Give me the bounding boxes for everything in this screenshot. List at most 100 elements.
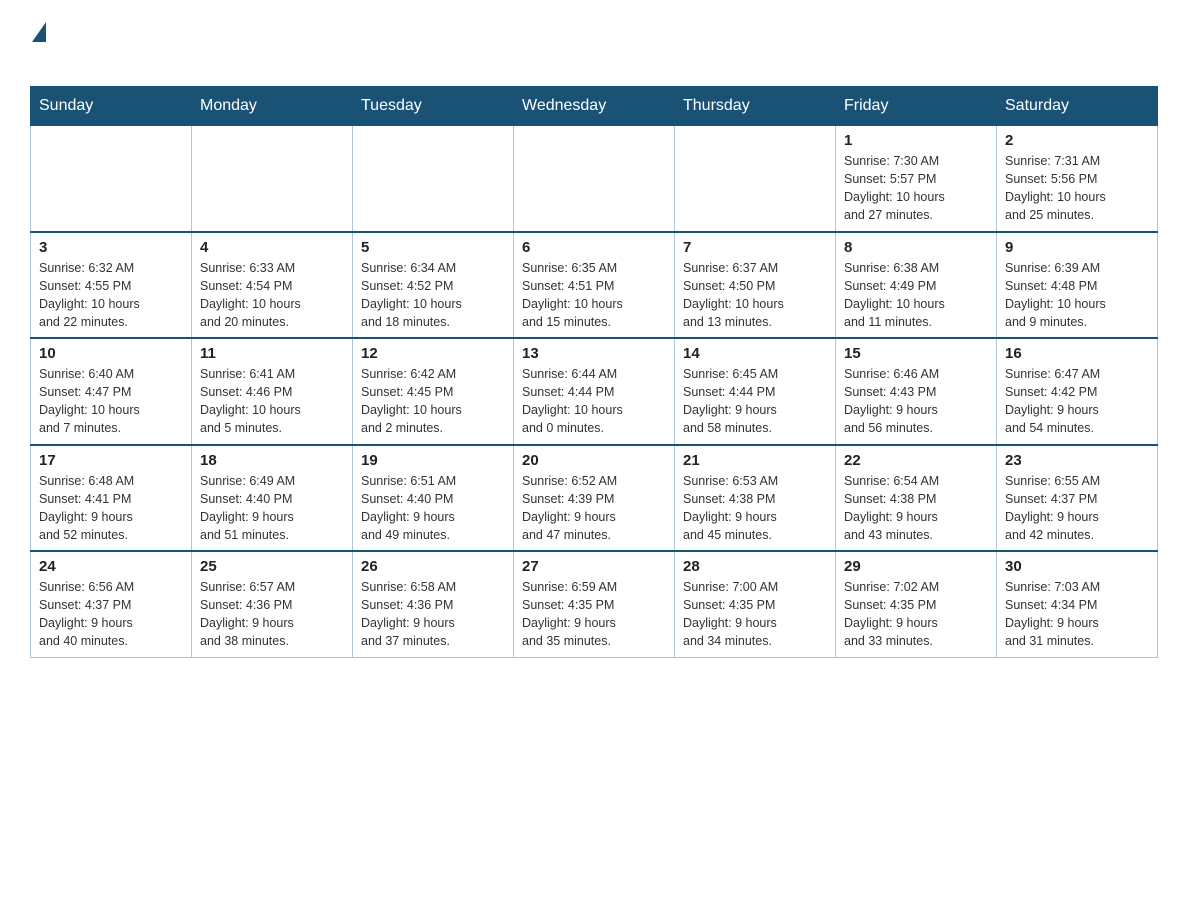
calendar-cell: 26 Sunrise: 6:58 AM Sunset: 4:36 PM Dayli… [353, 551, 514, 657]
calendar-cell: 12 Sunrise: 6:42 AM Sunset: 4:45 PM Dayli… [353, 338, 514, 445]
calendar-cell: 7 Sunrise: 6:37 AM Sunset: 4:50 PM Daylig… [675, 232, 836, 339]
logo [30, 20, 94, 68]
day-info: Sunrise: 6:46 AM Sunset: 4:43 PM Dayligh… [844, 365, 988, 438]
calendar-week-row: 3 Sunrise: 6:32 AM Sunset: 4:55 PM Daylig… [31, 232, 1158, 339]
calendar-cell: 11 Sunrise: 6:41 AM Sunset: 4:46 PM Dayli… [192, 338, 353, 445]
calendar-table: SundayMondayTuesdayWednesdayThursdayFrid… [30, 86, 1158, 658]
day-info: Sunrise: 6:59 AM Sunset: 4:35 PM Dayligh… [522, 578, 666, 651]
day-number: 7 [683, 239, 827, 256]
day-number: 23 [1005, 452, 1149, 469]
day-info: Sunrise: 7:03 AM Sunset: 4:34 PM Dayligh… [1005, 578, 1149, 651]
calendar-cell: 5 Sunrise: 6:34 AM Sunset: 4:52 PM Daylig… [353, 232, 514, 339]
calendar-week-row: 24 Sunrise: 6:56 AM Sunset: 4:37 PM Dayli… [31, 551, 1158, 657]
day-info: Sunrise: 6:57 AM Sunset: 4:36 PM Dayligh… [200, 578, 344, 651]
day-number: 14 [683, 345, 827, 362]
weekday-header-wednesday: Wednesday [514, 87, 675, 126]
day-info: Sunrise: 6:40 AM Sunset: 4:47 PM Dayligh… [39, 365, 183, 438]
day-number: 27 [522, 558, 666, 575]
day-number: 5 [361, 239, 505, 256]
day-info: Sunrise: 6:33 AM Sunset: 4:54 PM Dayligh… [200, 259, 344, 332]
logo-triangle-icon [32, 22, 46, 42]
day-info: Sunrise: 6:34 AM Sunset: 4:52 PM Dayligh… [361, 259, 505, 332]
day-number: 15 [844, 345, 988, 362]
calendar-cell: 23 Sunrise: 6:55 AM Sunset: 4:37 PM Dayli… [997, 445, 1158, 552]
day-number: 13 [522, 345, 666, 362]
day-number: 19 [361, 452, 505, 469]
day-info: Sunrise: 6:53 AM Sunset: 4:38 PM Dayligh… [683, 472, 827, 545]
calendar-cell [514, 126, 675, 232]
day-info: Sunrise: 6:37 AM Sunset: 4:50 PM Dayligh… [683, 259, 827, 332]
day-number: 24 [39, 558, 183, 575]
calendar-cell [31, 126, 192, 232]
weekday-header-row: SundayMondayTuesdayWednesdayThursdayFrid… [31, 87, 1158, 126]
day-number: 4 [200, 239, 344, 256]
day-number: 22 [844, 452, 988, 469]
calendar-cell: 22 Sunrise: 6:54 AM Sunset: 4:38 PM Dayli… [836, 445, 997, 552]
logo-spacer [30, 42, 92, 68]
day-number: 18 [200, 452, 344, 469]
day-number: 9 [1005, 239, 1149, 256]
day-info: Sunrise: 7:31 AM Sunset: 5:56 PM Dayligh… [1005, 152, 1149, 225]
day-info: Sunrise: 6:49 AM Sunset: 4:40 PM Dayligh… [200, 472, 344, 545]
day-info: Sunrise: 6:47 AM Sunset: 4:42 PM Dayligh… [1005, 365, 1149, 438]
calendar-cell: 1 Sunrise: 7:30 AM Sunset: 5:57 PM Daylig… [836, 126, 997, 232]
calendar-cell: 21Sunrise: 6:53 AM Sunset: 4:38 PM Dayli… [675, 445, 836, 552]
weekday-header-sunday: Sunday [31, 87, 192, 126]
day-info: Sunrise: 6:55 AM Sunset: 4:37 PM Dayligh… [1005, 472, 1149, 545]
day-number: 2 [1005, 132, 1149, 149]
weekday-header-monday: Monday [192, 87, 353, 126]
calendar-cell: 4 Sunrise: 6:33 AM Sunset: 4:54 PM Daylig… [192, 232, 353, 339]
day-info: Sunrise: 6:48 AM Sunset: 4:41 PM Dayligh… [39, 472, 183, 545]
calendar-cell: 15 Sunrise: 6:46 AM Sunset: 4:43 PM Dayli… [836, 338, 997, 445]
day-info: Sunrise: 6:58 AM Sunset: 4:36 PM Dayligh… [361, 578, 505, 651]
calendar-cell: 13Sunrise: 6:44 AM Sunset: 4:44 PM Dayli… [514, 338, 675, 445]
day-info: Sunrise: 7:02 AM Sunset: 4:35 PM Dayligh… [844, 578, 988, 651]
page-header [30, 20, 1158, 68]
calendar-cell: 19 Sunrise: 6:51 AM Sunset: 4:40 PM Dayli… [353, 445, 514, 552]
day-info: Sunrise: 6:51 AM Sunset: 4:40 PM Dayligh… [361, 472, 505, 545]
calendar-cell [353, 126, 514, 232]
calendar-cell: 29Sunrise: 7:02 AM Sunset: 4:35 PM Dayli… [836, 551, 997, 657]
day-info: Sunrise: 6:54 AM Sunset: 4:38 PM Dayligh… [844, 472, 988, 545]
day-info: Sunrise: 6:42 AM Sunset: 4:45 PM Dayligh… [361, 365, 505, 438]
calendar-cell [192, 126, 353, 232]
calendar-cell: 25 Sunrise: 6:57 AM Sunset: 4:36 PM Dayli… [192, 551, 353, 657]
calendar-cell: 2 Sunrise: 7:31 AM Sunset: 5:56 PM Daylig… [997, 126, 1158, 232]
calendar-cell: 28 Sunrise: 7:00 AM Sunset: 4:35 PM Dayli… [675, 551, 836, 657]
day-number: 3 [39, 239, 183, 256]
day-number: 28 [683, 558, 827, 575]
day-number: 16 [1005, 345, 1149, 362]
day-info: Sunrise: 7:30 AM Sunset: 5:57 PM Dayligh… [844, 152, 988, 225]
day-number: 25 [200, 558, 344, 575]
day-info: Sunrise: 6:35 AM Sunset: 4:51 PM Dayligh… [522, 259, 666, 332]
day-info: Sunrise: 7:00 AM Sunset: 4:35 PM Dayligh… [683, 578, 827, 651]
calendar-cell: 3 Sunrise: 6:32 AM Sunset: 4:55 PM Daylig… [31, 232, 192, 339]
day-number: 12 [361, 345, 505, 362]
day-info: Sunrise: 6:45 AM Sunset: 4:44 PM Dayligh… [683, 365, 827, 438]
day-info: Sunrise: 6:41 AM Sunset: 4:46 PM Dayligh… [200, 365, 344, 438]
weekday-header-thursday: Thursday [675, 87, 836, 126]
calendar-cell: 6 Sunrise: 6:35 AM Sunset: 4:51 PM Daylig… [514, 232, 675, 339]
day-number: 30 [1005, 558, 1149, 575]
calendar-cell: 24 Sunrise: 6:56 AM Sunset: 4:37 PM Dayli… [31, 551, 192, 657]
day-number: 26 [361, 558, 505, 575]
calendar-week-row: 17Sunrise: 6:48 AM Sunset: 4:41 PM Dayli… [31, 445, 1158, 552]
calendar-cell: 14 Sunrise: 6:45 AM Sunset: 4:44 PM Dayli… [675, 338, 836, 445]
day-number: 10 [39, 345, 183, 362]
calendar-cell: 17Sunrise: 6:48 AM Sunset: 4:41 PM Dayli… [31, 445, 192, 552]
calendar-cell: 20Sunrise: 6:52 AM Sunset: 4:39 PM Dayli… [514, 445, 675, 552]
calendar-cell [675, 126, 836, 232]
day-info: Sunrise: 6:56 AM Sunset: 4:37 PM Dayligh… [39, 578, 183, 651]
day-info: Sunrise: 6:32 AM Sunset: 4:55 PM Dayligh… [39, 259, 183, 332]
day-number: 11 [200, 345, 344, 362]
day-number: 20 [522, 452, 666, 469]
day-number: 1 [844, 132, 988, 149]
weekday-header-friday: Friday [836, 87, 997, 126]
calendar-cell: 16 Sunrise: 6:47 AM Sunset: 4:42 PM Dayli… [997, 338, 1158, 445]
calendar-cell: 30 Sunrise: 7:03 AM Sunset: 4:34 PM Dayli… [997, 551, 1158, 657]
calendar-week-row: 10 Sunrise: 6:40 AM Sunset: 4:47 PM Dayli… [31, 338, 1158, 445]
day-number: 6 [522, 239, 666, 256]
calendar-cell: 9Sunrise: 6:39 AM Sunset: 4:48 PM Daylig… [997, 232, 1158, 339]
calendar-week-row: 1 Sunrise: 7:30 AM Sunset: 5:57 PM Daylig… [31, 126, 1158, 232]
calendar-cell: 27 Sunrise: 6:59 AM Sunset: 4:35 PM Dayli… [514, 551, 675, 657]
